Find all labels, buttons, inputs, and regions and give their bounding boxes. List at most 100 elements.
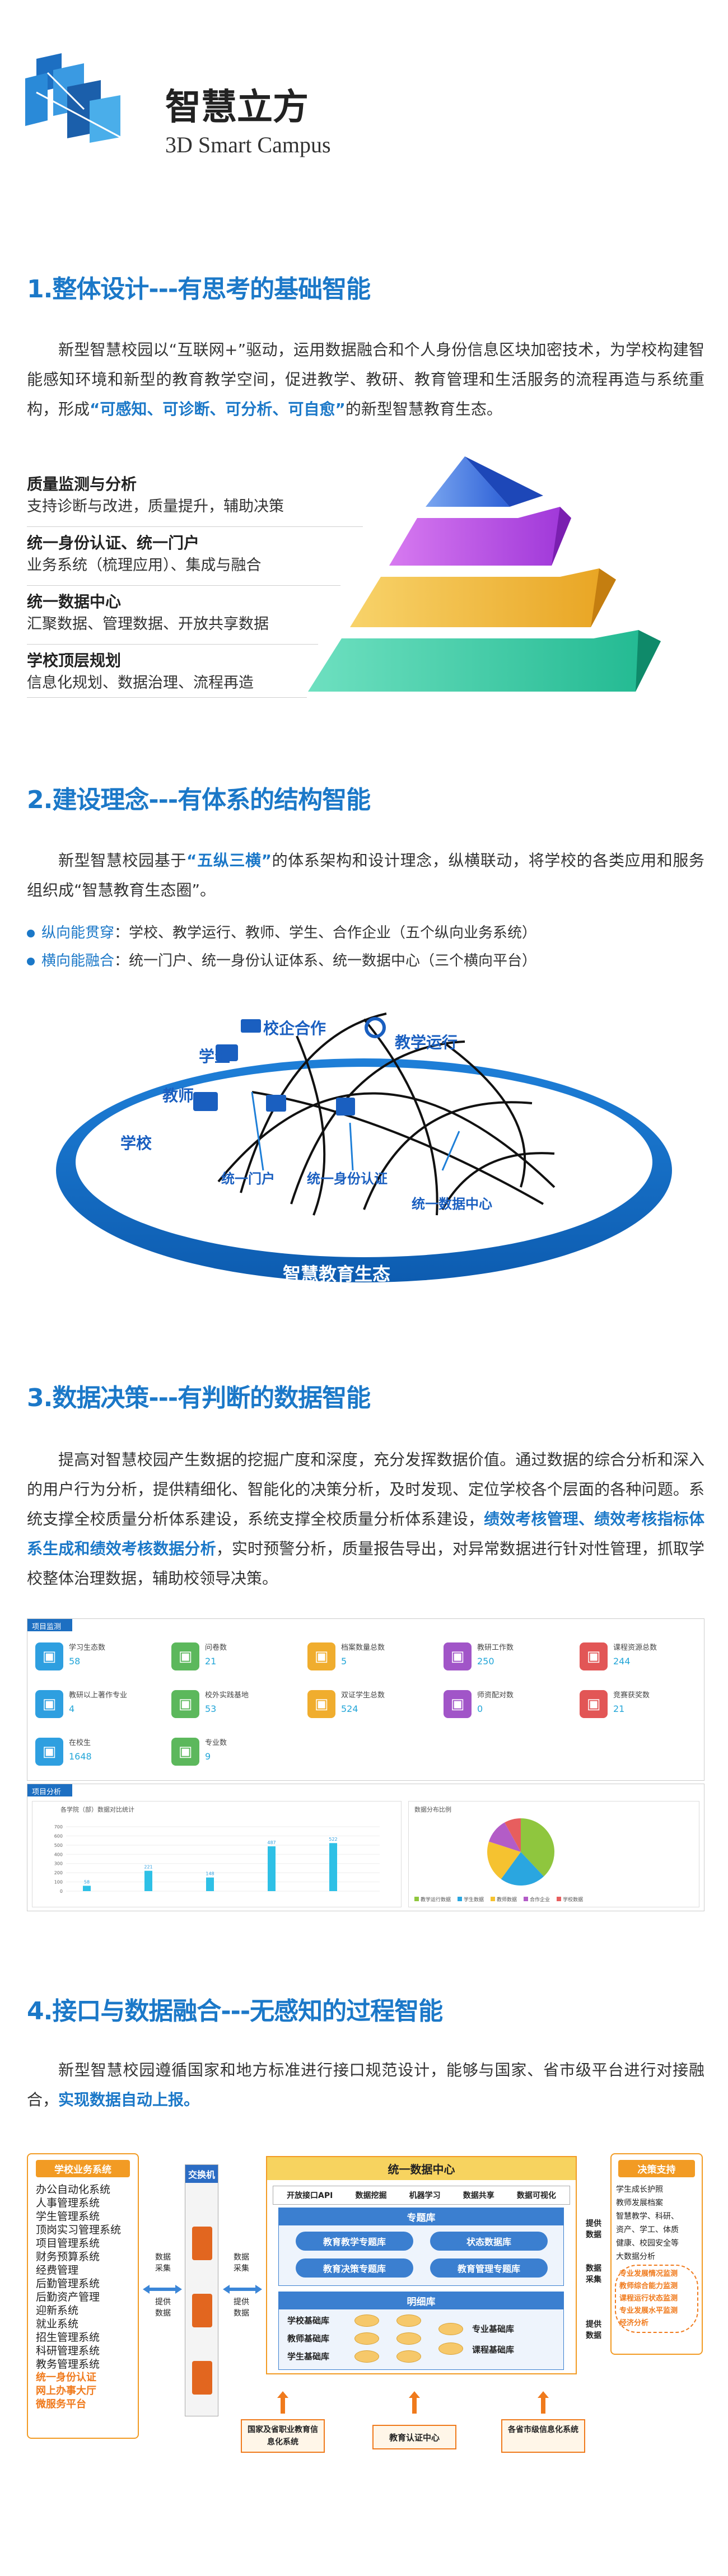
metric-value: 250 xyxy=(477,1656,494,1667)
metric-value: 58 xyxy=(69,1656,81,1667)
legend-item: 教师数据 xyxy=(491,1897,517,1903)
data-tool-item: 开放接口API xyxy=(287,2191,333,2200)
topic-item: 状态数据库 xyxy=(430,2232,548,2251)
data-tool-item: 数据可视化 xyxy=(516,2191,556,2200)
decision-item: 智慧教学、科研、 xyxy=(616,2212,679,2221)
divider xyxy=(27,585,340,586)
collect-data-right: 数据 采集 xyxy=(586,2264,601,2284)
detail-library-title: 明细库 xyxy=(279,2292,563,2309)
metric-card: ▣ 教研工作数 250 xyxy=(444,1637,528,1679)
legend-item: 教学运行数据 xyxy=(414,1897,451,1903)
metric-value: 0 xyxy=(477,1704,483,1714)
school-systems-list: 办公自动化系统 人事管理系统 学生管理系统 顶岗实习管理系统 项目管理系统 财务预算系统经… xyxy=(28,2183,138,2371)
school-system-item: 迎新系统 xyxy=(36,2304,79,2317)
metric-card: ▣ 教研以上著作专业 4 xyxy=(35,1684,127,1726)
metric-card: ▣ 学习生态数 58 xyxy=(35,1637,119,1679)
pyramid-level-3: 统一数据中心 汇聚数据、管理数据、开放共享数据 xyxy=(27,592,269,633)
metric-card: ▣ 问卷数 21 xyxy=(171,1637,255,1679)
metric-value: 4 xyxy=(69,1704,75,1714)
school-system-item: 财务预算系统 xyxy=(36,2251,100,2263)
exchange-title: 交换机 xyxy=(185,2165,218,2183)
data-center-box: 统一数据中心 开放接口API 数据挖掘 机器学习 数据共享 数据可视化 专题库 教育教学… xyxy=(266,2156,577,2374)
data-tools: 开放接口API 数据挖掘 机器学习 数据共享 数据可视化 xyxy=(273,2186,570,2205)
y-tick-label: 0 xyxy=(60,1889,63,1894)
bar xyxy=(206,1877,214,1891)
school-system-item: 就业系统 xyxy=(36,2318,79,2330)
up-down-arrow xyxy=(277,2391,288,2414)
school-system-item: 顶岗实习管理系统 xyxy=(36,2224,122,2236)
cube-logo xyxy=(25,53,121,143)
detail-library: 明细库 学校基础库 教师基础库 学生基础库 专业基础库 课程基础库 xyxy=(278,2292,564,2370)
metric-icon: ▣ xyxy=(444,1690,472,1718)
bar-value-label: 522 xyxy=(329,1837,337,1842)
metric-icon: ▣ xyxy=(580,1690,608,1718)
legend-item: 合作企业 xyxy=(524,1897,550,1903)
edu-auth-center: 教育认证中心 xyxy=(372,2425,456,2449)
metric-card: ▣ 竞赛获奖数 21 xyxy=(580,1684,664,1726)
metric-label: 档案数量总数 xyxy=(341,1644,385,1652)
metric-label: 教研工作数 xyxy=(477,1644,514,1652)
brand-subtitle: 3D Smart Campus xyxy=(165,132,331,157)
dashboard-monitor-panel: 项目监测 ▣ 学习生态数 58 ▣ 问卷数 21 ▣ 档案数量总数 5 ▣ 教研工作数 250 ▣ 课程资… xyxy=(27,1618,704,1781)
data-tool-item: 机器学习 xyxy=(409,2191,441,2200)
flow-provide-mid: 提供 数据 xyxy=(234,2298,249,2318)
school-systems-title: 学校业务系统 xyxy=(36,2160,130,2177)
panel-title: 项目监测 xyxy=(27,1619,72,1631)
school-system-item: 后勤资产管理 xyxy=(36,2291,100,2303)
pyramid-level-4: 学校顶层规划 信息化规划、数据治理、流程再造 xyxy=(27,651,254,692)
section-1-title: 1.整体设计---有思考的基础智能 xyxy=(27,275,371,304)
provincial-system: 各省市级信息化系统 xyxy=(501,2419,585,2453)
y-tick-label: 300 xyxy=(54,1861,63,1866)
divider xyxy=(27,697,307,698)
metric-card: ▣ 档案数量总数 5 xyxy=(307,1637,391,1679)
bar-chart-card: 各学院（部）数据对比统计 700 600 500 400 300 200 100 0 58 221… xyxy=(32,1801,402,1907)
metric-value: 21 xyxy=(613,1704,625,1714)
metric-value: 5 xyxy=(341,1656,347,1667)
metric-value: 244 xyxy=(613,1656,631,1667)
detail-item: 课程基础库 xyxy=(472,2345,515,2355)
detail-item: 学生基础库 xyxy=(287,2351,330,2362)
bar xyxy=(144,1870,152,1891)
data-center-title: 统一数据中心 xyxy=(267,2157,576,2180)
metric-value: 21 xyxy=(205,1656,217,1667)
pie-legend: 教学运行数据 学生数据 教师数据 合作企业 学校数据 xyxy=(414,1896,590,1903)
national-system: 国家及省职业教育信息化系统 xyxy=(241,2419,325,2453)
bar xyxy=(83,1886,91,1891)
divider xyxy=(27,526,363,527)
flow-collect-left: 数据 采集 xyxy=(155,2253,171,2273)
metric-icon: ▣ xyxy=(35,1690,63,1718)
y-tick-label: 400 xyxy=(54,1852,63,1857)
school-system-highlight-item: 网上办事大厅 xyxy=(36,2385,96,2397)
metric-label: 在校生 xyxy=(69,1739,91,1747)
y-tick-label: 200 xyxy=(54,1870,63,1875)
metric-card: ▣ 在校生 1648 xyxy=(35,1732,119,1774)
exchange-column: 交换机 xyxy=(185,2164,218,2416)
metric-icon: ▣ xyxy=(580,1642,608,1670)
bar-value-label: 148 xyxy=(206,1872,214,1877)
metric-icon: ▣ xyxy=(307,1690,335,1718)
bar-chart: 700 600 500 400 300 200 100 0 58 221 148 487 522 xyxy=(54,1824,380,1894)
school-systems-highlight: 统一身份认证 网上办事大厅 微服务平台 xyxy=(28,2371,138,2411)
metric-card: ▣ 课程资源总数 244 xyxy=(580,1637,664,1679)
topic-library-title: 专题库 xyxy=(279,2208,563,2225)
metric-icon: ▣ xyxy=(35,1642,63,1670)
bar-value-label: 221 xyxy=(144,1865,152,1870)
double-arrow-mid xyxy=(223,2285,262,2294)
metric-label: 竞赛获奖数 xyxy=(613,1691,650,1700)
y-tick-label: 700 xyxy=(54,1824,63,1830)
decision-item: 健康、校园安全等 xyxy=(616,2239,679,2248)
school-system-item: 后勤管理系统 xyxy=(36,2278,100,2290)
metric-card: ▣ 师资配对数 0 xyxy=(444,1684,528,1726)
section-4-para: 新型智慧校园遵循国家和地方标准进行接口规范设计，能够与国家、省市级平台进行对接融… xyxy=(27,2061,704,2109)
label-teacher: 教师 xyxy=(162,1086,194,1105)
metric-label: 课程资源总数 xyxy=(613,1644,657,1652)
school-system-item: 经费管理 xyxy=(36,2264,79,2276)
brand-title: 智慧立方 xyxy=(165,87,309,128)
metric-label: 师资配对数 xyxy=(477,1691,514,1700)
panel-title: 项目分析 xyxy=(27,1784,72,1796)
metric-icon: ▣ xyxy=(307,1642,335,1670)
school-system-highlight-item: 微服务平台 xyxy=(36,2398,86,2410)
pie-chart xyxy=(487,1818,554,1886)
pyramid-level-2: 统一身份认证、统一门户 业务系统（梳理应用）、集成与融合 xyxy=(27,534,262,574)
label-enterprise: 校企合作 xyxy=(263,1019,326,1038)
